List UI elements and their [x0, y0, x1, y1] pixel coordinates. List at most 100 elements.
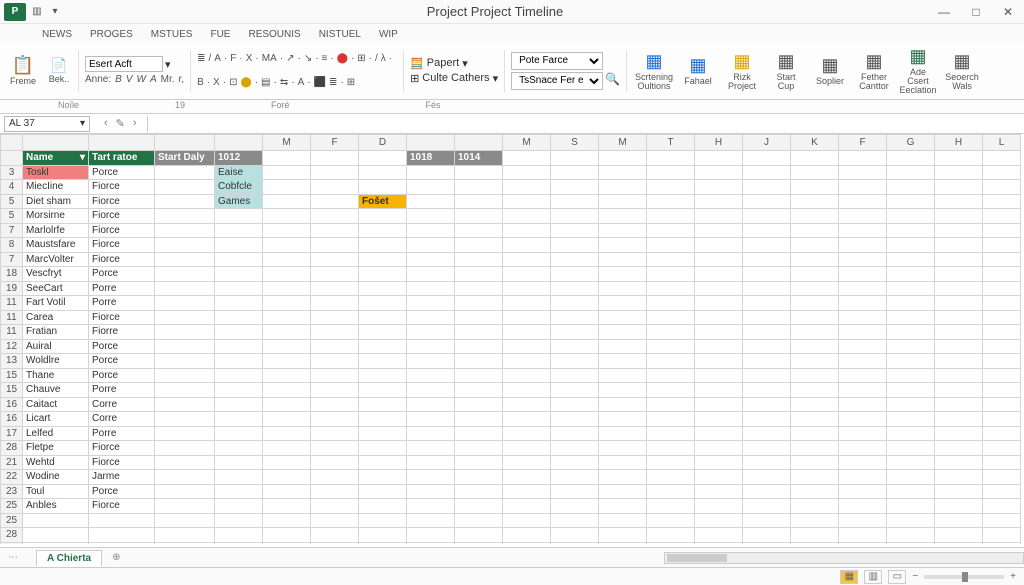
cell[interactable]: Chauve: [23, 383, 89, 398]
cell[interactable]: [743, 397, 791, 412]
cell[interactable]: [887, 194, 935, 209]
cell[interactable]: [791, 165, 839, 180]
cell[interactable]: [155, 397, 215, 412]
cell[interactable]: [551, 513, 599, 528]
cell[interactable]: [599, 310, 647, 325]
tab-resounis[interactable]: RESOUNIS: [246, 27, 302, 42]
cell[interactable]: [695, 325, 743, 340]
cell[interactable]: [983, 397, 1021, 412]
cell[interactable]: [839, 252, 887, 267]
cell[interactable]: [791, 194, 839, 209]
cell[interactable]: [599, 397, 647, 412]
cell[interactable]: [695, 180, 743, 195]
cell[interactable]: [599, 238, 647, 253]
cell[interactable]: [983, 296, 1021, 311]
new-sheet-icon[interactable]: ⊕: [102, 552, 130, 563]
cell[interactable]: Wehtd: [23, 455, 89, 470]
cell[interactable]: [359, 383, 407, 398]
cell[interactable]: [455, 499, 503, 514]
cell[interactable]: [983, 267, 1021, 282]
cell[interactable]: [791, 542, 839, 544]
cell[interactable]: 15: [1, 383, 23, 398]
cell[interactable]: [791, 470, 839, 485]
cell[interactable]: [155, 165, 215, 180]
cell[interactable]: [455, 209, 503, 224]
col-header[interactable]: [1, 135, 23, 151]
cell[interactable]: [407, 368, 455, 383]
cell[interactable]: [503, 470, 551, 485]
cell[interactable]: [311, 470, 359, 485]
cell[interactable]: [887, 441, 935, 456]
cell[interactable]: [263, 194, 311, 209]
cell[interactable]: [503, 296, 551, 311]
cell[interactable]: [503, 339, 551, 354]
col-header[interactable]: M: [503, 135, 551, 151]
cell[interactable]: [155, 499, 215, 514]
cell[interactable]: [983, 412, 1021, 427]
cell[interactable]: [935, 281, 983, 296]
cell[interactable]: MiecIine: [23, 180, 89, 195]
cell[interactable]: [599, 281, 647, 296]
cell[interactable]: [407, 194, 455, 209]
cell[interactable]: 21: [1, 455, 23, 470]
cell[interactable]: [599, 542, 647, 544]
cell[interactable]: [743, 252, 791, 267]
minimize-button[interactable]: —: [928, 0, 960, 24]
cell[interactable]: [695, 339, 743, 354]
cell[interactable]: Woldlre: [23, 354, 89, 369]
cell[interactable]: [695, 426, 743, 441]
cell[interactable]: [455, 441, 503, 456]
cell[interactable]: [407, 354, 455, 369]
cell[interactable]: [791, 296, 839, 311]
cell[interactable]: [887, 484, 935, 499]
cell[interactable]: Fiorce: [89, 223, 155, 238]
cell[interactable]: Fošet: [359, 194, 407, 209]
zoom-out-icon[interactable]: −: [912, 571, 918, 582]
cell[interactable]: [407, 310, 455, 325]
cell[interactable]: [407, 238, 455, 253]
cell[interactable]: [503, 238, 551, 253]
cell[interactable]: 28: [1, 542, 23, 544]
cell[interactable]: [359, 325, 407, 340]
header-cell[interactable]: [839, 151, 887, 166]
cell[interactable]: [791, 441, 839, 456]
cell[interactable]: Porre: [89, 296, 155, 311]
cell[interactable]: [155, 238, 215, 253]
cell[interactable]: [839, 470, 887, 485]
cell[interactable]: [551, 339, 599, 354]
header-cell[interactable]: 1014: [455, 151, 503, 166]
fx-next-icon[interactable]: ›: [133, 117, 137, 130]
cells-icon[interactable]: ⊞: [410, 72, 419, 85]
cell[interactable]: 5: [1, 194, 23, 209]
cell[interactable]: [935, 180, 983, 195]
cell[interactable]: [359, 165, 407, 180]
tab-fue[interactable]: FUE: [208, 27, 232, 42]
cell[interactable]: Fiorce: [89, 499, 155, 514]
cell[interactable]: [839, 499, 887, 514]
header-cell[interactable]: 1012: [215, 151, 263, 166]
cell[interactable]: [551, 165, 599, 180]
cell[interactable]: [983, 310, 1021, 325]
cell[interactable]: [983, 455, 1021, 470]
cell[interactable]: [359, 455, 407, 470]
cell[interactable]: [359, 470, 407, 485]
cell[interactable]: [983, 513, 1021, 528]
cell[interactable]: [695, 223, 743, 238]
cell[interactable]: [455, 368, 503, 383]
cell[interactable]: [155, 542, 215, 544]
cell[interactable]: [983, 499, 1021, 514]
header-cell[interactable]: [791, 151, 839, 166]
cell[interactable]: [647, 238, 695, 253]
cell[interactable]: [263, 267, 311, 282]
cell[interactable]: [935, 325, 983, 340]
tab-wip[interactable]: WIP: [377, 27, 400, 42]
cell[interactable]: [23, 542, 89, 544]
cell[interactable]: [503, 281, 551, 296]
col-header[interactable]: F: [839, 135, 887, 151]
header-cell[interactable]: [695, 151, 743, 166]
cell[interactable]: [215, 354, 263, 369]
cell[interactable]: [935, 238, 983, 253]
cell[interactable]: 3: [1, 165, 23, 180]
col-header[interactable]: T: [647, 135, 695, 151]
cell[interactable]: [887, 310, 935, 325]
